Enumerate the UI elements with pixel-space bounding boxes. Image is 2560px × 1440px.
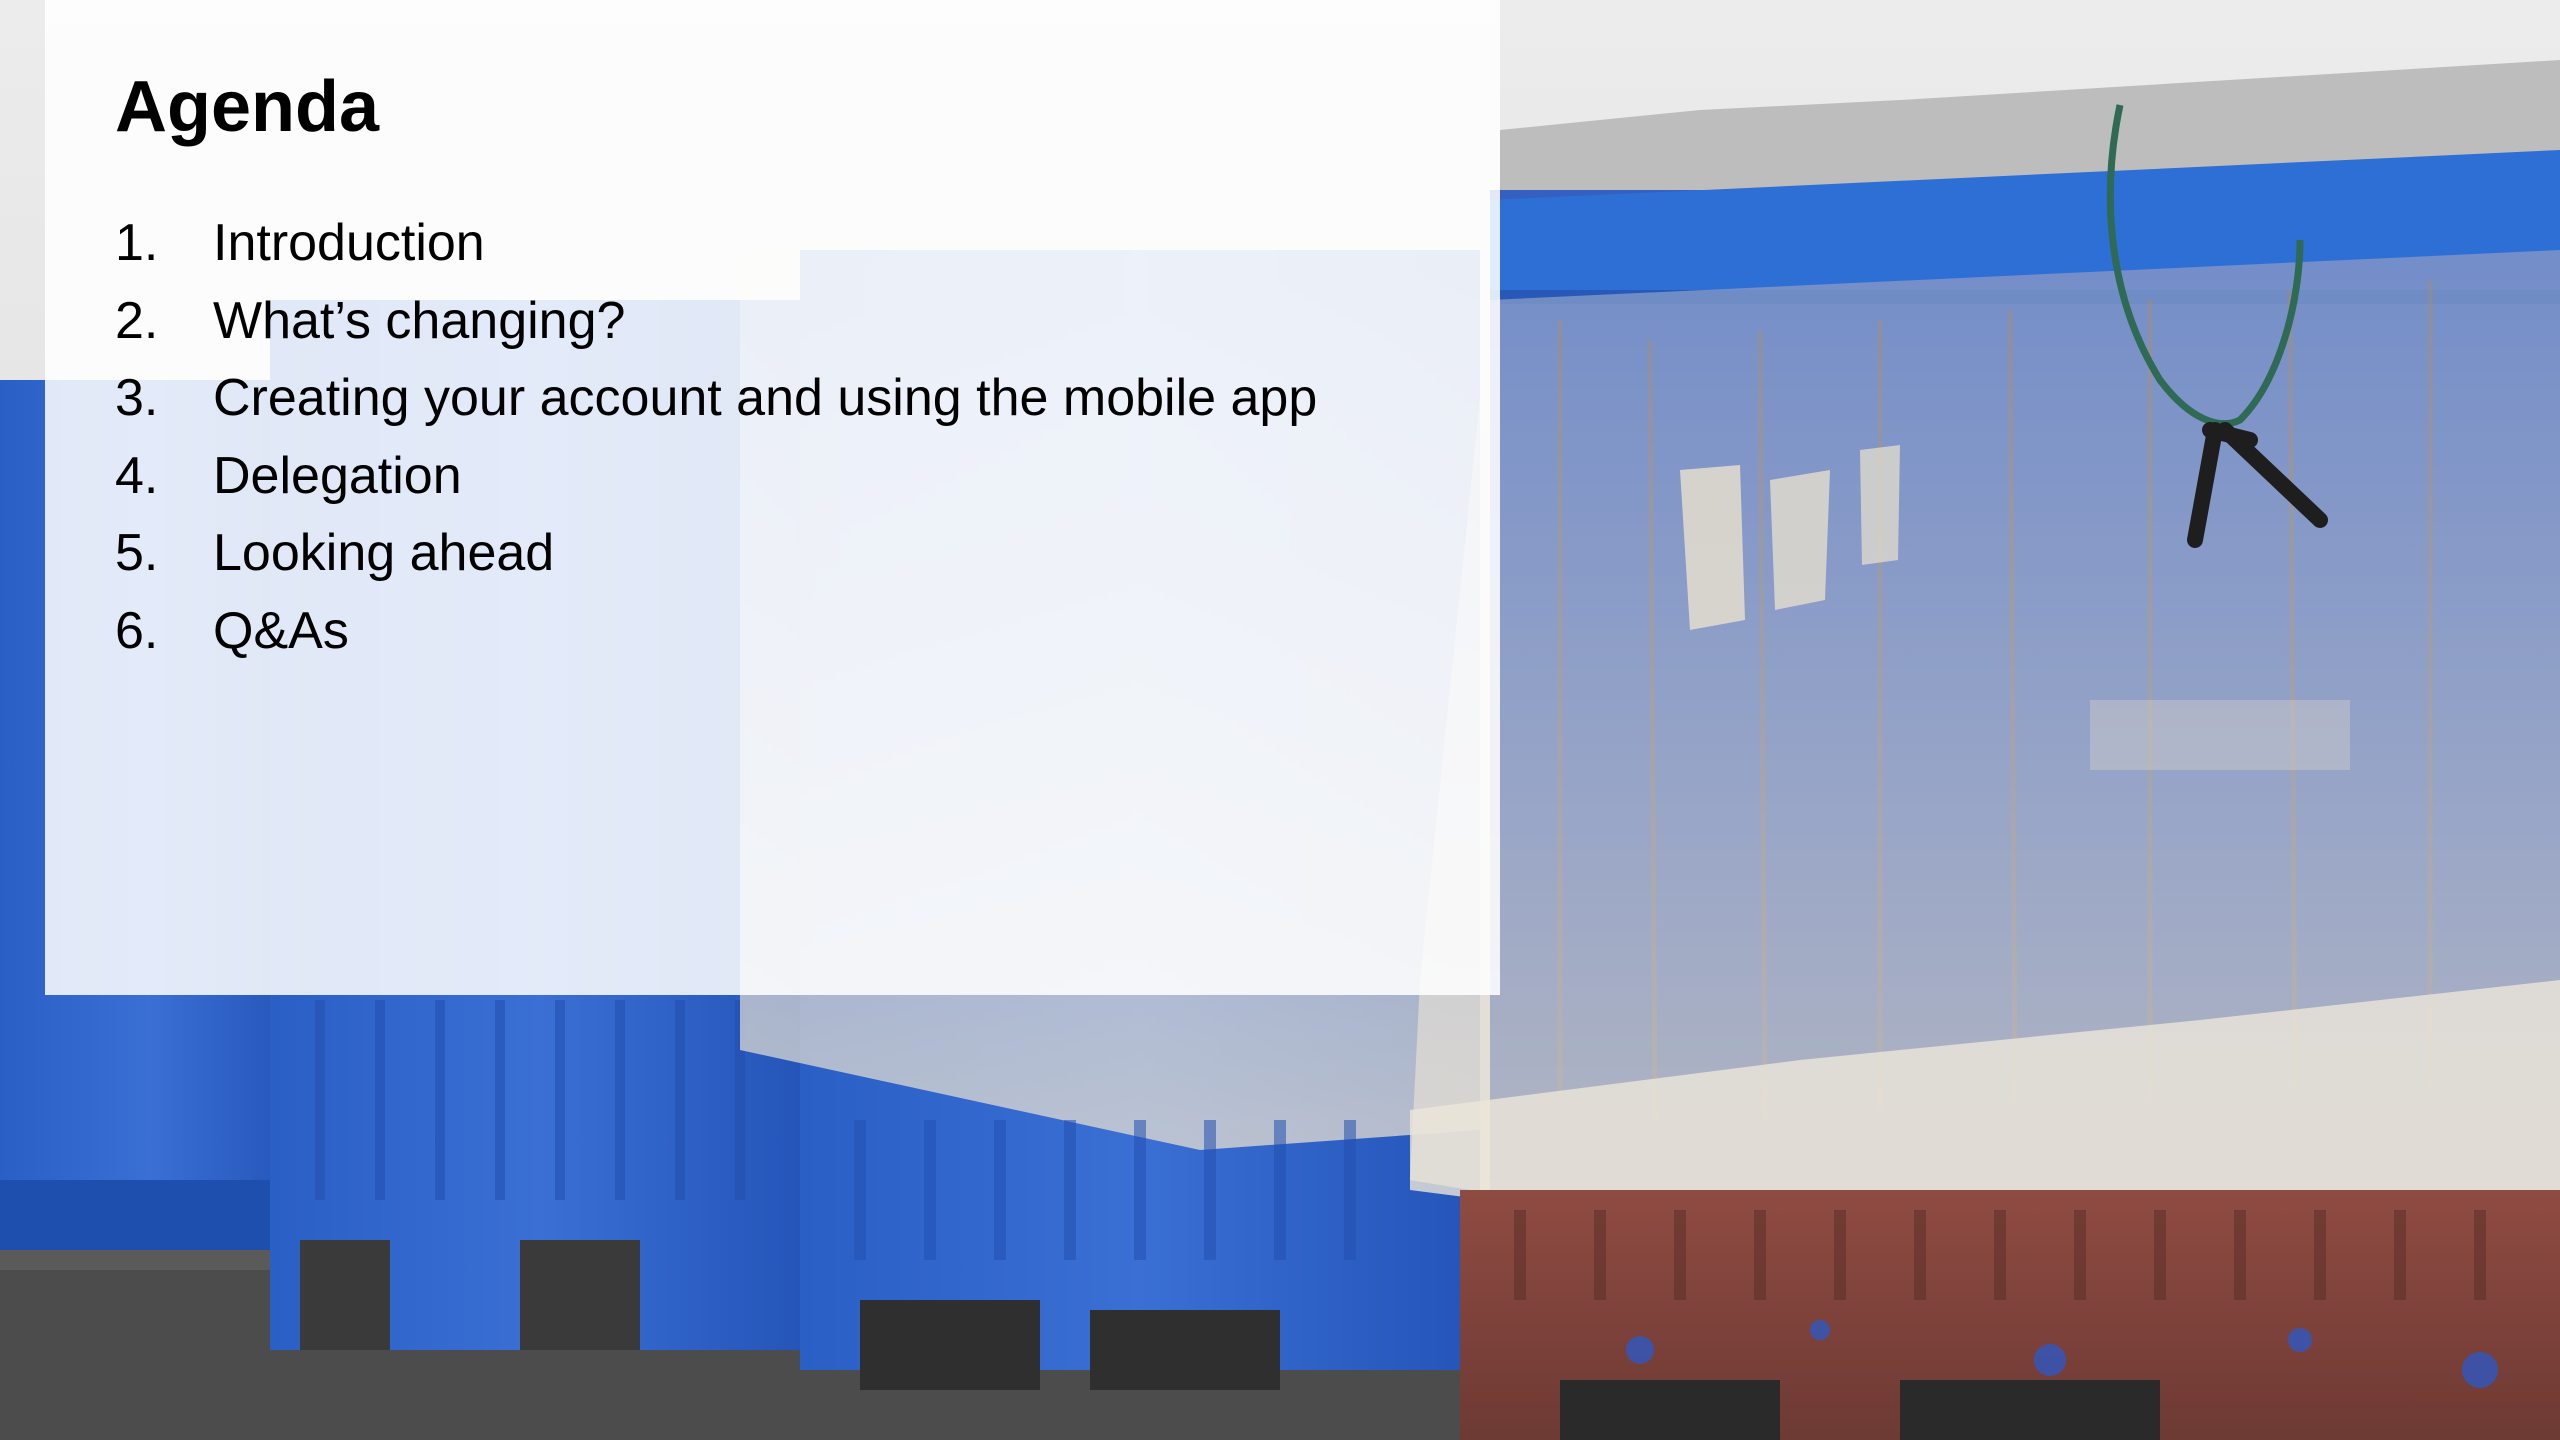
slide: Agenda 1. Introduction 2. What’s changin… [0, 0, 2560, 1440]
agenda-item-number: 5. [115, 524, 159, 582]
slide-title: Agenda [115, 67, 380, 147]
agenda-item-label: Creating your account and using the mobi… [213, 369, 1318, 427]
agenda-item-label: Delegation [213, 446, 462, 505]
agenda-item: 6. Q&As [115, 593, 1317, 671]
agenda-item-label: Q&As [213, 601, 349, 660]
agenda-item-number: 2. [115, 291, 159, 350]
agenda-item-label: Introduction [213, 214, 485, 272]
agenda-item: 1. Introduction [115, 205, 1317, 283]
agenda-item-number: 1. [115, 214, 159, 272]
agenda-item-label: Looking ahead [213, 524, 555, 582]
agenda-item-number: 3. [115, 369, 159, 427]
agenda-item-label: What’s changing? [213, 291, 626, 350]
agenda-item: 2. What’s changing? [115, 283, 1317, 361]
agenda-item: 5. Looking ahead [115, 515, 1317, 593]
agenda-item-number: 6. [115, 601, 159, 660]
agenda-item: 3. Creating your account and using the m… [115, 360, 1317, 438]
agenda-item-number: 4. [115, 446, 159, 505]
agenda-item: 4. Delegation [115, 438, 1317, 516]
agenda-list: 1. Introduction 2. What’s changing? 3. C… [115, 205, 1317, 670]
